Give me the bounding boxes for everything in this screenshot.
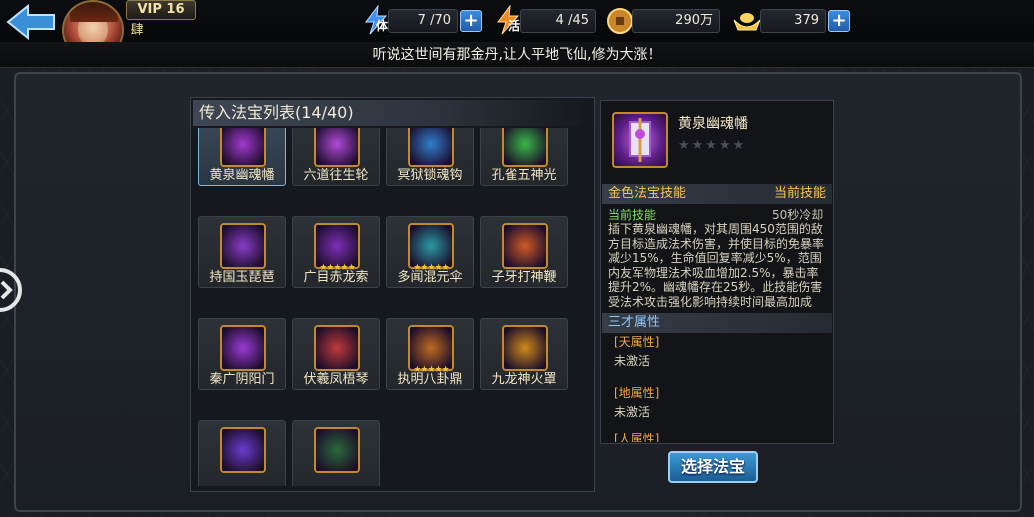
current-skill-label: 当前技能 xyxy=(608,208,657,222)
attr-section-header: 三才属性 xyxy=(602,313,832,333)
treasure-cell[interactable]: 秦广阴阳门 xyxy=(198,318,286,390)
vitality-label: 活 xyxy=(508,19,521,33)
heaven-attr-value: 未激活 xyxy=(614,354,651,368)
treasure-detail-stars: ★★★★★ xyxy=(678,138,747,153)
treasure-cell[interactable]: ★★★★★ 多闻混元伞 xyxy=(386,216,474,288)
treasure-cell[interactable]: 伏羲凤梧琴 xyxy=(292,318,380,390)
attr-section-title: 三才属性 xyxy=(608,315,661,330)
skill-description: 插下黄泉幽魂幡，对其周围450范围的敌方目标造成法术伤害，并使目标的免暴率减少1… xyxy=(608,222,825,309)
treasure-cell[interactable]: 九龙神火罩 xyxy=(480,318,568,390)
human-attr-label: [人属性] xyxy=(614,432,660,442)
treasure-icon xyxy=(408,128,454,167)
page-left-button[interactable] xyxy=(0,260,22,320)
earth-attr-value: 未激活 xyxy=(614,405,651,419)
treasure-icon xyxy=(502,128,548,167)
notice-marquee: 听说这世间有那金丹,让人平地飞仙,修为大涨！ xyxy=(0,42,1034,68)
treasure-name: 冥狱锁魂钩 xyxy=(397,168,463,183)
treasure-cell[interactable] xyxy=(292,420,380,486)
gold-value: 379 xyxy=(760,9,826,33)
treasure-name: 黄泉幽魂幡 xyxy=(209,168,275,183)
treasure-name: 执明八卦鼎 xyxy=(397,372,463,387)
treasure-icon xyxy=(220,223,266,269)
treasure-icon xyxy=(314,325,360,371)
treasure-name: 伏羲凤梧琴 xyxy=(303,372,369,387)
treasure-icon xyxy=(502,325,548,371)
treasure-cell[interactable]: 子牙打神鞭 xyxy=(480,216,568,288)
add-gold-button[interactable]: + xyxy=(828,10,850,32)
treasure-name: 孔雀五神光 xyxy=(491,168,557,183)
treasure-name: 九龙神火罩 xyxy=(491,372,557,387)
treasure-name: 秦广阴阳门 xyxy=(209,372,275,387)
stamina-value: 7 /70 xyxy=(388,9,458,33)
treasure-cell[interactable]: 六道往生轮 xyxy=(292,128,380,186)
back-button[interactable] xyxy=(4,2,58,42)
vitality-value: 4 /45 xyxy=(520,9,596,33)
vip-badge[interactable]: VIP 16 xyxy=(126,0,196,20)
treasure-name: 多闻混元伞 xyxy=(397,270,463,285)
treasure-detail-icon xyxy=(612,112,668,168)
treasure-cell[interactable]: 持国玉琵琶 xyxy=(198,216,286,288)
back-arrow-icon xyxy=(6,3,55,41)
treasure-detail-name: 黄泉幽魂幡 xyxy=(678,116,748,132)
treasure-name: 六道往生轮 xyxy=(303,168,369,183)
treasure-cell[interactable]: ★★★★★ 执明八卦鼎 xyxy=(386,318,474,390)
treasure-icon xyxy=(220,128,266,167)
select-treasure-button[interactable]: 选择法宝 xyxy=(668,451,758,483)
treasure-cell[interactable]: ★★★★★ 广目赤龙索 xyxy=(292,216,380,288)
treasure-grid: 黄泉幽魂幡 六道往生轮 冥狱锁魂钩 孔雀五神光持国玉琵琶 ★★★★★ 广目赤龙索 ★★★★★… xyxy=(198,128,590,486)
treasure-icon xyxy=(220,427,266,473)
skill-section-title: 金色法宝技能 xyxy=(608,186,687,201)
treasure-name: 子牙打神鞭 xyxy=(491,270,557,285)
treasure-icon xyxy=(502,223,548,269)
copper-value: 290万 xyxy=(632,9,720,33)
treasure-icon xyxy=(220,325,266,371)
treasure-name: 持国玉琵琶 xyxy=(209,270,275,285)
treasure-cell[interactable] xyxy=(198,420,286,486)
heaven-attr-label: [天属性] xyxy=(614,335,660,349)
treasure-cell[interactable]: 孔雀五神光 xyxy=(480,128,568,186)
add-stamina-button[interactable]: + xyxy=(460,10,482,32)
stamina-label: 体 xyxy=(376,19,389,33)
treasure-icon xyxy=(314,427,360,473)
rank-badge: 肆 xyxy=(130,23,144,38)
treasure-cell[interactable]: 冥狱锁魂钩 xyxy=(386,128,474,186)
banner-icon xyxy=(629,118,651,162)
skill-section-header: 金色法宝技能 当前技能 xyxy=(602,184,832,204)
cooldown-label: 50秒冷却 xyxy=(772,208,824,222)
gold-ingot-icon xyxy=(733,13,761,31)
treasure-name: 广目赤龙索 xyxy=(303,270,369,285)
earth-attr-label: [地属性] xyxy=(614,386,660,400)
treasure-icon xyxy=(314,128,360,167)
copper-coin-icon xyxy=(607,8,633,34)
treasure-list-title: 传入法宝列表(14/40) xyxy=(193,100,593,126)
treasure-cell[interactable]: 黄泉幽魂幡 xyxy=(198,128,286,186)
skill-section-right: 当前技能 xyxy=(773,186,826,201)
circle-arrow-icon xyxy=(0,268,22,312)
